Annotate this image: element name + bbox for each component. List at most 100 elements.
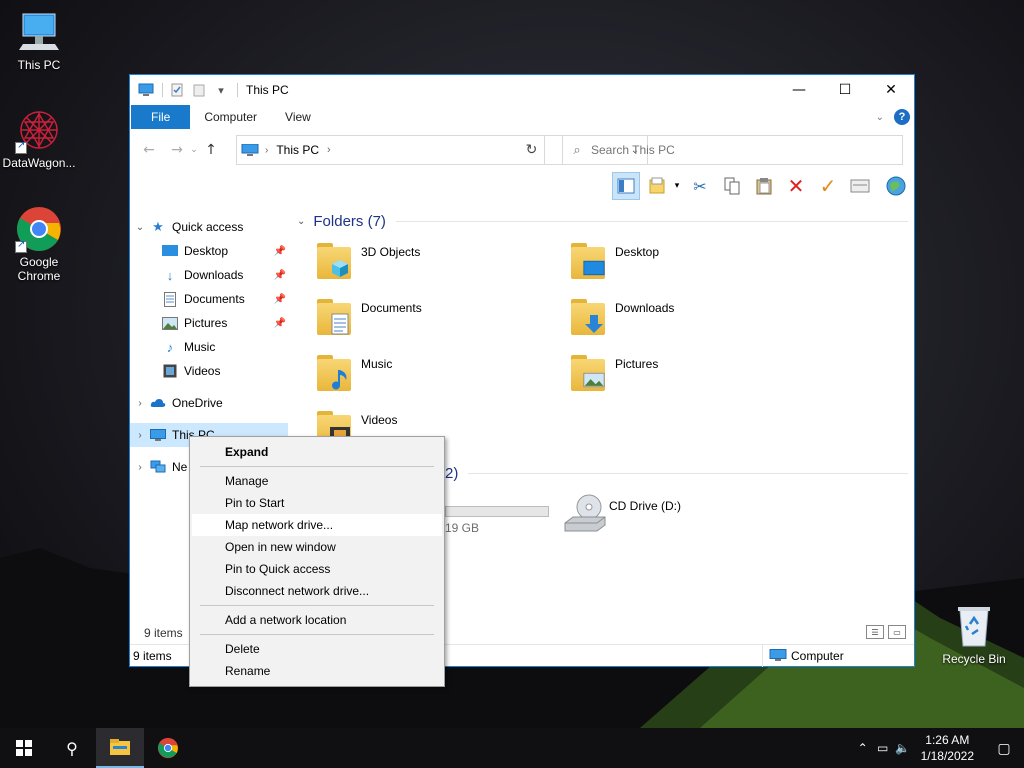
folder-downloads[interactable]: Downloads xyxy=(569,295,819,347)
menu-item-pin-quick-access[interactable]: Pin to Quick access xyxy=(192,558,442,580)
expand-ribbon-icon[interactable]: ⌄ xyxy=(876,112,884,123)
desktop-icon-datawagon[interactable]: DataWagon... xyxy=(2,106,76,170)
devices-group-header[interactable]: 2) xyxy=(445,461,910,485)
back-arrow-icon[interactable]: ← xyxy=(138,142,160,158)
paste-icon[interactable] xyxy=(750,172,778,200)
nav-item-desktop[interactable]: Desktop 📌 xyxy=(130,239,288,263)
chrome-icon[interactable] xyxy=(144,728,192,768)
tab-computer[interactable]: Computer xyxy=(190,105,271,129)
music-note-icon: ♪ xyxy=(166,339,174,355)
folder-desktop[interactable]: Desktop xyxy=(569,239,819,291)
refresh-icon[interactable]: ↻ xyxy=(519,135,545,165)
desktop-icon-label: Recycle Bin xyxy=(942,652,1006,666)
cloud-icon xyxy=(150,395,166,411)
up-arrow-icon[interactable]: ↑ xyxy=(200,142,222,158)
pin-icon[interactable]: 📌 xyxy=(274,270,286,281)
nav-item-onedrive[interactable]: › OneDrive xyxy=(130,391,288,415)
chevron-down-icon[interactable]: ⌄ xyxy=(297,216,305,227)
maximize-icon[interactable]: ☐ xyxy=(822,75,868,105)
status-location-label: Computer xyxy=(791,648,844,663)
shortcut-arrow-icon xyxy=(15,239,27,253)
folder-icon xyxy=(569,295,609,339)
nav-item-videos[interactable]: Videos xyxy=(130,359,288,383)
globe-icon[interactable] xyxy=(882,172,910,200)
rename-check-icon[interactable]: ✓ xyxy=(814,172,842,200)
desktop-folder-icon xyxy=(162,243,178,259)
chevron-right-icon[interactable]: › xyxy=(130,398,150,409)
search-input[interactable] xyxy=(591,143,902,157)
menu-item-open-new-window[interactable]: Open in new window xyxy=(192,536,442,558)
nav-item-documents[interactable]: Documents 📌 xyxy=(130,287,288,311)
minimize-icon[interactable]: — xyxy=(776,75,822,105)
clock-time: 1:26 AM xyxy=(925,733,970,747)
nav-item-music[interactable]: ♪ Music xyxy=(130,335,288,359)
file-explorer-taskbar-icon[interactable] xyxy=(96,728,144,768)
nav-label: Downloads xyxy=(184,268,244,282)
menu-item-disconnect-network-drive[interactable]: Disconnect network drive... xyxy=(192,580,442,602)
pin-icon[interactable]: 📌 xyxy=(274,246,286,257)
new-folder-icon[interactable] xyxy=(191,82,207,98)
menu-item-map-network-drive[interactable]: Map network drive... xyxy=(192,514,442,536)
chevron-up-icon[interactable]: ⌃ xyxy=(853,741,873,755)
context-menu: Expand Manage Pin to Start Map network d… xyxy=(189,436,445,687)
drive-cd-d[interactable]: CD Drive (D:) xyxy=(563,493,813,545)
folder-icon xyxy=(315,351,355,395)
new-item-dropdown-icon[interactable]: ▾ xyxy=(672,172,682,200)
folder-3d-objects[interactable]: 3D Objects xyxy=(315,239,565,291)
details-view-icon[interactable]: ☰ xyxy=(866,625,884,639)
dropdown-recent-icon[interactable]: ⌄ xyxy=(188,145,200,155)
menu-item-delete[interactable]: Delete xyxy=(192,638,442,660)
close-icon[interactable]: ✕ xyxy=(868,75,914,105)
view-toggle: ☰ ▭ xyxy=(862,625,906,639)
navigation-pane-icon[interactable] xyxy=(612,172,640,200)
nav-item-pictures[interactable]: Pictures 📌 xyxy=(130,311,288,335)
desktop-icon-chrome[interactable]: Google Chrome xyxy=(2,205,76,283)
chevron-right-icon[interactable]: › xyxy=(130,430,150,441)
cut-icon[interactable]: ✂ xyxy=(686,172,714,200)
copy-icon[interactable] xyxy=(718,172,746,200)
forward-arrow-icon[interactable]: → xyxy=(166,142,188,158)
pin-icon[interactable]: 📌 xyxy=(274,318,286,329)
download-arrow-icon xyxy=(583,313,605,335)
clock[interactable]: 1:26 AM 1/18/2022 xyxy=(921,732,974,764)
folders-group-header[interactable]: ⌄ Folders (7) xyxy=(295,209,910,233)
menu-item-expand[interactable]: Expand xyxy=(192,441,442,463)
menu-item-rename[interactable]: Rename xyxy=(192,660,442,682)
customize-quick-access-icon[interactable]: ▾ xyxy=(213,82,229,98)
window-title: This PC xyxy=(246,83,289,97)
status-item-count: 9 items xyxy=(133,648,172,663)
start-windows-icon[interactable] xyxy=(0,728,48,768)
nav-item-downloads[interactable]: ↓ Downloads 📌 xyxy=(130,263,288,287)
nav-label: Videos xyxy=(184,364,221,378)
folder-music[interactable]: Music xyxy=(315,351,565,403)
notification-icon[interactable]: ▢ xyxy=(984,740,1024,757)
pin-icon[interactable]: 📌 xyxy=(274,294,286,305)
menu-separator xyxy=(200,466,434,467)
menu-item-manage[interactable]: Manage xyxy=(192,470,442,492)
properties-window-icon[interactable] xyxy=(846,172,874,200)
folder-documents[interactable]: Documents xyxy=(315,295,565,347)
search-icon[interactable]: ⚲ xyxy=(48,728,96,768)
chevron-down-icon[interactable]: ⌄ xyxy=(130,222,150,233)
picture-icon xyxy=(162,315,178,331)
tab-view[interactable]: View xyxy=(271,105,325,129)
folders-group-title: Folders (7) xyxy=(313,212,386,230)
desktop-icon-this-pc[interactable]: This PC xyxy=(2,8,76,72)
menu-item-add-network-location[interactable]: Add a network location xyxy=(192,609,442,631)
chevron-right-icon[interactable]: › xyxy=(130,462,150,473)
help-icon[interactable]: ? xyxy=(894,109,910,125)
properties-icon[interactable] xyxy=(169,82,185,98)
network-status-icon[interactable]: ▭ xyxy=(873,741,893,755)
new-item-icon[interactable] xyxy=(644,172,672,200)
volume-muted-icon[interactable]: 🔈 xyxy=(893,741,913,755)
desktop-icon-label: Google Chrome xyxy=(17,255,61,283)
shortcut-arrow-icon xyxy=(15,140,27,154)
menu-item-pin-to-start[interactable]: Pin to Start xyxy=(192,492,442,514)
breadcrumb-chevron-icon[interactable]: › xyxy=(327,144,331,156)
large-icons-view-icon[interactable]: ▭ xyxy=(888,625,906,639)
tab-file[interactable]: File xyxy=(131,105,191,129)
delete-icon[interactable]: ✕ xyxy=(782,172,810,200)
desktop-icon-recycle-bin[interactable]: Recycle Bin xyxy=(937,602,1011,666)
folder-pictures[interactable]: Pictures xyxy=(569,351,819,403)
nav-item-quick-access[interactable]: ⌄ ★ Quick access xyxy=(130,215,288,239)
